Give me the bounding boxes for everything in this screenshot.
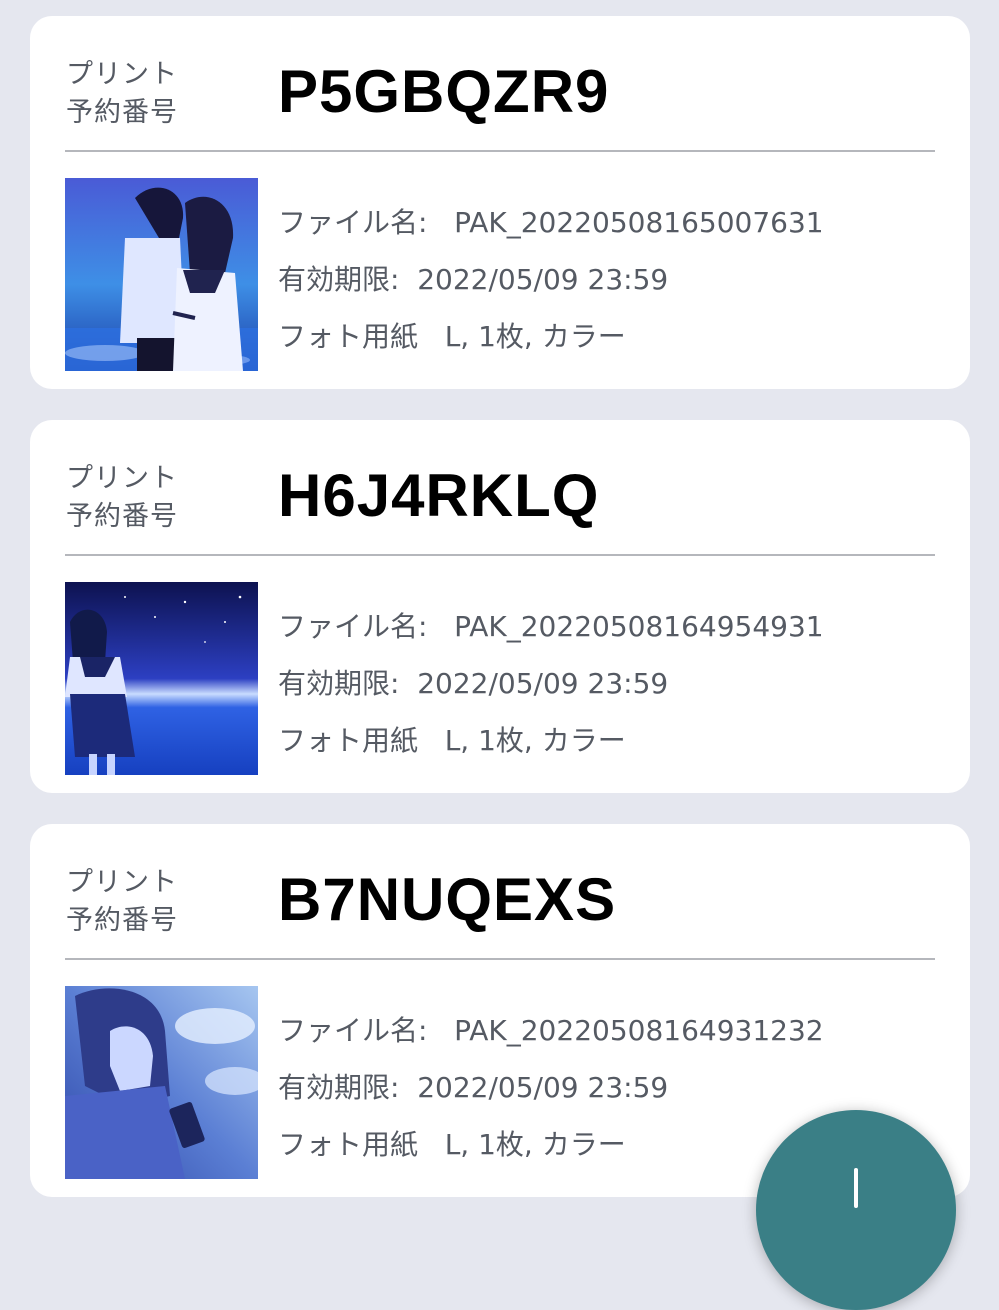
file-name-row: ファイル名: PAK_20220508165007631: [278, 206, 824, 239]
divider: [65, 150, 935, 152]
divider: [65, 958, 935, 960]
reservation-code: B7NUQEXS: [278, 866, 617, 933]
expiry-row: 有効期限: 2022/05/09 23:59: [278, 667, 669, 700]
thumbnail-image[interactable]: [65, 986, 258, 1179]
floating-action-button[interactable]: [756, 1110, 956, 1310]
reservation-number-label: プリント 予約番号: [66, 463, 178, 532]
reservation-details: ファイル名: PAK_20220508165007631 有効期限: 2022/…: [278, 194, 824, 365]
thumbnail-image[interactable]: [65, 582, 258, 775]
expiry-row: 有効期限: 2022/05/09 23:59: [278, 263, 669, 296]
file-name-row: ファイル名: PAK_20220508164931232: [278, 1014, 824, 1047]
paper-row: フォト用紙 L, 1枚, カラー: [278, 1128, 626, 1161]
reservation-number-label: プリント 予約番号: [66, 59, 178, 128]
reservation-code: H6J4RKLQ: [278, 462, 600, 529]
thumbnail-image[interactable]: [65, 178, 258, 371]
paper-row: フォト用紙 L, 1枚, カラー: [278, 724, 626, 757]
reservation-header: プリント 予約番号 P5GBQZR9: [66, 16, 935, 151]
file-name-row: ファイル名: PAK_20220508164954931: [278, 610, 824, 643]
reservation-card[interactable]: プリント 予約番号 H6J4RKLQ ファイル名: PAK_2022050816…: [30, 420, 970, 793]
action-icon: [854, 1168, 858, 1208]
expiry-row: 有効期限: 2022/05/09 23:59: [278, 1071, 669, 1104]
paper-row: フォト用紙 L, 1枚, カラー: [278, 320, 626, 353]
reservation-code: P5GBQZR9: [278, 58, 610, 125]
reservation-header: プリント 予約番号 H6J4RKLQ: [66, 420, 935, 555]
reservation-card[interactable]: プリント 予約番号 P5GBQZR9 ファイル名: PAK_2022050816…: [30, 16, 970, 389]
reservation-header: プリント 予約番号 B7NUQEXS: [66, 824, 935, 959]
reservation-details: ファイル名: PAK_20220508164954931 有効期限: 2022/…: [278, 598, 824, 769]
reservation-details: ファイル名: PAK_20220508164931232 有効期限: 2022/…: [278, 1002, 824, 1173]
divider: [65, 554, 935, 556]
reservation-number-label: プリント 予約番号: [66, 867, 178, 936]
